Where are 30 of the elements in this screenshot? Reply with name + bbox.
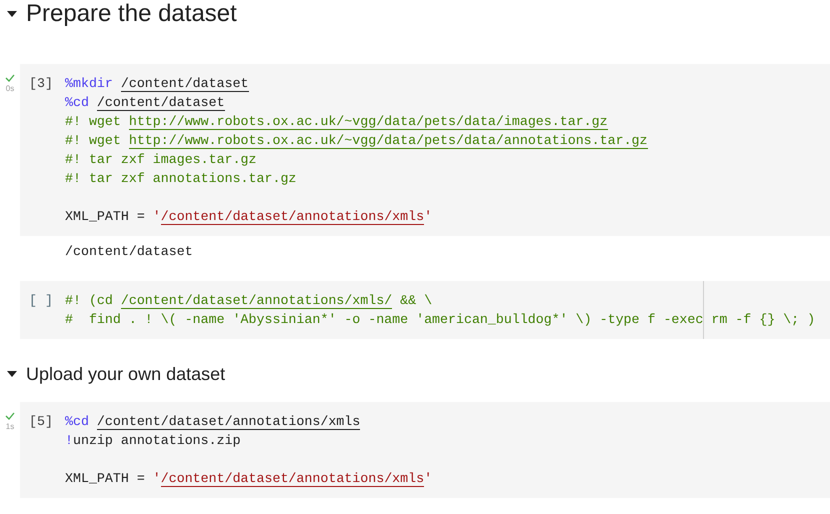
code-line: #! (cd /content/dataset/annotations/xmls/ && \ bbox=[65, 292, 434, 310]
code-line: #! tar zxf images.tar.gz bbox=[65, 151, 258, 169]
caret-icon[interactable] bbox=[6, 370, 18, 378]
execution-count[interactable]: [3] bbox=[20, 74, 65, 93]
code-line: XML_PATH = '/content/dataset/annotations/xmls' bbox=[65, 208, 434, 226]
link[interactable]: http://www.robots.ox.ac.uk/~vgg/data/pets/data/annotations.tar.gz bbox=[128, 133, 648, 149]
link[interactable]: /content/dataset bbox=[96, 95, 225, 111]
cell-output: /content/dataset bbox=[65, 243, 194, 261]
code-line: #! wget http://www.robots.ox.ac.uk/~vgg/data/pets/data/images.tar.gz bbox=[65, 113, 609, 131]
code-line: # find . ! \( -name 'Abyssinian*' -o -name 'american_bulldog*' \) -type f -exec rm -f {} \; ) bbox=[65, 311, 816, 329]
section-heading: Prepare the dataset bbox=[26, 0, 237, 29]
run-duration: 1s bbox=[6, 422, 14, 432]
link[interactable]: /content/dataset bbox=[120, 76, 249, 92]
link[interactable]: http://www.robots.ox.ac.uk/~vgg/data/pets/data/images.tar.gz bbox=[128, 114, 608, 130]
link[interactable]: /content/dataset/annotations/xmls bbox=[160, 471, 424, 487]
code-line: XML_PATH = '/content/dataset/annotations/xmls' bbox=[65, 470, 434, 488]
link[interactable]: /content/dataset/annotations/xmls bbox=[96, 414, 360, 430]
code-line: #! tar zxf annotations.tar.gz bbox=[65, 170, 298, 188]
caret-icon[interactable] bbox=[6, 10, 18, 18]
code-line: %cd /content/dataset bbox=[65, 94, 226, 112]
link[interactable]: /content/dataset/annotations/xmls bbox=[160, 209, 424, 225]
execution-count[interactable]: [5] bbox=[20, 412, 65, 431]
code-line: %cd /content/dataset/annotations/xmls bbox=[65, 413, 362, 431]
run-duration: 0s bbox=[6, 84, 14, 94]
code-line: #! wget http://www.robots.ox.ac.uk/~vgg/data/pets/data/annotations.tar.gz bbox=[65, 132, 649, 150]
code-line: !unzip annotations.zip bbox=[65, 432, 242, 450]
execution-count[interactable]: [ ] bbox=[20, 291, 65, 310]
code-line: %mkdir /content/dataset bbox=[65, 75, 250, 93]
link[interactable]: /content/dataset/annotations/xmls/ bbox=[120, 293, 392, 309]
section-heading: Upload your own dataset bbox=[26, 362, 226, 386]
